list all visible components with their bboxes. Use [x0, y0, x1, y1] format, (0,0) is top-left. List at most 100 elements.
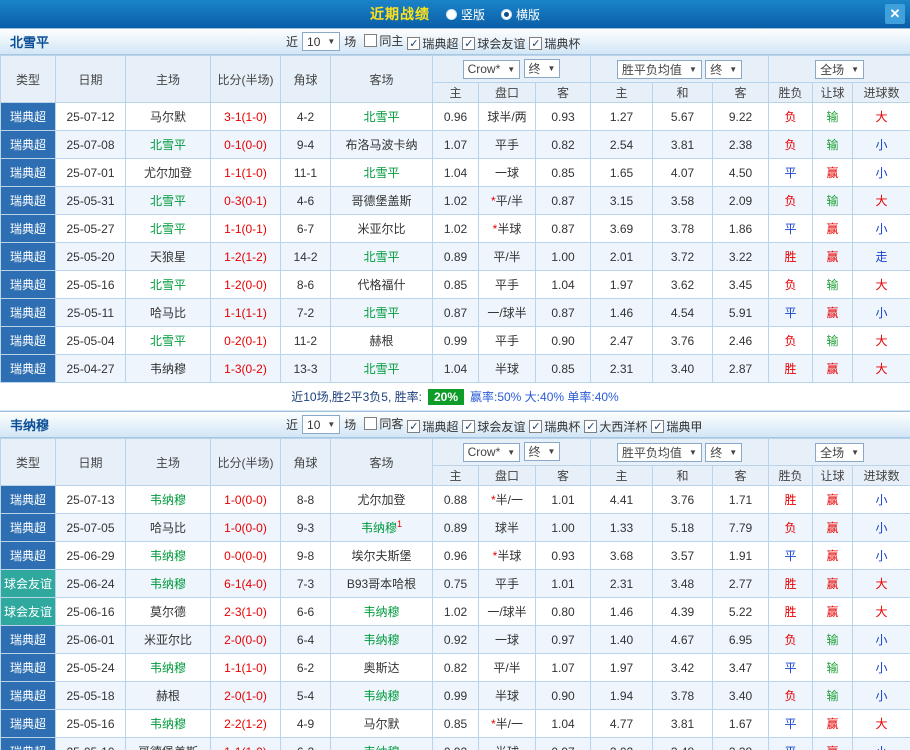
- result-goals: 大: [852, 709, 910, 738]
- checkbox-checked-icon[interactable]: ✓: [651, 419, 665, 433]
- ah-home-odds: 0.85: [432, 709, 479, 738]
- match-date: 25-07-08: [55, 130, 126, 159]
- away-team: 北雪平: [330, 242, 433, 271]
- filter-checkbox[interactable]: ✓ 瑞典杯: [529, 418, 580, 435]
- final-odds-select[interactable]: 终 ▼: [705, 59, 743, 79]
- result-wdl: 平: [768, 737, 814, 750]
- final-odds-select[interactable]: 终 ▼: [523, 442, 561, 462]
- filter-checkbox[interactable]: ✓ 大西洋杯: [584, 418, 647, 435]
- ah-away-odds: 0.85: [534, 354, 592, 383]
- result-goals: 小: [852, 625, 910, 654]
- games-label: 场: [344, 418, 357, 432]
- team-name: 韦纳穆: [10, 418, 50, 433]
- handicap-value: 平手: [478, 130, 536, 159]
- avg-home-odds: 2.54: [590, 130, 654, 159]
- result-goals: 大: [852, 186, 910, 215]
- final-odds-select[interactable]: 终 ▼: [705, 442, 743, 462]
- avg-draw-odds: 4.39: [652, 597, 714, 626]
- filter-checkbox[interactable]: ✓ 瑞典超: [407, 35, 458, 52]
- col-type: 类型: [0, 55, 56, 103]
- checkbox-unchecked-icon[interactable]: [364, 33, 378, 47]
- bookmaker-select[interactable]: Crow* ▼: [462, 59, 521, 79]
- filter-checkbox[interactable]: ✓ 瑞典甲: [651, 418, 702, 435]
- league-type: 瑞典超: [0, 158, 56, 187]
- result-goals: 走: [852, 242, 910, 271]
- result-group: 全场 ▼: [768, 438, 910, 466]
- corners: 6-2: [280, 653, 331, 682]
- checkbox-checked-icon[interactable]: ✓: [529, 36, 543, 50]
- avg-draw-odds: 3.72: [652, 242, 714, 271]
- table-header: 类型 日期 主场 比分(半场) 角球 客场 Crow* ▼ 终 ▼ 胜平负均值 ▼ 终…: [0, 55, 910, 103]
- match-row: 瑞典超 25-05-31 北雪平 0-3(0-1) 4-6 哥德堡盖斯 1.02 *平/半 0.…: [0, 186, 910, 215]
- radio-selected-icon[interactable]: [501, 8, 512, 20]
- col-score: 比分(半场): [210, 55, 281, 103]
- underdog-star-mark: *: [492, 222, 498, 236]
- result-wdl: 负: [768, 130, 814, 159]
- result-handicap: 赢: [812, 354, 854, 383]
- match-count-select[interactable]: 10 ▼: [302, 415, 341, 434]
- filter-checkbox[interactable]: 同客: [364, 415, 403, 432]
- score: 0-2(0-1): [210, 326, 281, 355]
- checkbox-checked-icon[interactable]: ✓: [529, 419, 543, 433]
- checkbox-checked-icon[interactable]: ✓: [407, 419, 421, 433]
- scope-select[interactable]: 全场 ▼: [815, 59, 865, 79]
- layout-radio-vertical[interactable]: 竖版: [445, 6, 485, 23]
- avg-home-odds: 1.40: [590, 625, 654, 654]
- match-date: 25-05-27: [55, 214, 126, 243]
- ah-odds-group: Crow* ▼ 终 ▼: [431, 55, 592, 83]
- col-avg-draw: 和: [652, 82, 714, 103]
- checkbox-label: 瑞典杯: [544, 419, 581, 434]
- avg-draw-odds: 3.81: [652, 709, 714, 738]
- filter-checkbox[interactable]: 同主: [364, 32, 403, 49]
- filter-checkbox[interactable]: ✓ 球会友谊: [462, 35, 525, 52]
- bookmaker-select[interactable]: Crow* ▼: [462, 442, 521, 462]
- radio-unselected-icon[interactable]: [445, 8, 457, 20]
- handicap-value: 半球: [478, 737, 536, 750]
- final-odds-select[interactable]: 终 ▼: [523, 59, 561, 79]
- filter-checkbox[interactable]: ✓ 球会友谊: [462, 418, 525, 435]
- score: 2-3(1-0): [210, 597, 281, 626]
- avg-draw-odds: 3.42: [652, 653, 714, 682]
- avg-odds-select[interactable]: 胜平负均值 ▼: [616, 442, 702, 462]
- avg-odds-select[interactable]: 胜平负均值 ▼: [616, 59, 702, 79]
- checkbox-label: 瑞典超: [422, 36, 459, 51]
- scope-select[interactable]: 全场 ▼: [815, 442, 865, 462]
- home-team: 韦纳穆: [125, 709, 211, 738]
- corners: 7-2: [280, 298, 331, 327]
- close-button[interactable]: ✕: [885, 4, 905, 24]
- result-wdl: 负: [768, 326, 814, 355]
- match-count-select[interactable]: 10 ▼: [302, 32, 341, 51]
- filter-checkbox[interactable]: ✓ 瑞典超: [407, 418, 458, 435]
- corners: 6-2: [280, 737, 331, 750]
- match-row: 球会友谊 25-06-16 莫尔德 2-3(1-0) 6-6 韦纳穆 1.02 一/球半 0.8…: [0, 597, 910, 626]
- match-date: 25-04-27: [55, 354, 126, 383]
- ah-away-odds: 0.80: [534, 597, 592, 626]
- home-team: 韦纳穆: [125, 485, 211, 514]
- layout-radio-horizontal[interactable]: 横版: [501, 6, 540, 23]
- checkbox-label: 瑞典超: [422, 419, 459, 434]
- away-team: 布洛马波卡纳: [330, 130, 433, 159]
- match-date: 25-07-13: [55, 485, 126, 514]
- checkbox-checked-icon[interactable]: ✓: [584, 419, 598, 433]
- chevron-down-icon: ▼: [688, 447, 697, 457]
- avg-away-odds: 5.22: [712, 597, 770, 626]
- chevron-down-icon: ▼: [729, 447, 738, 457]
- match-row: 瑞典超 25-05-18 赫根 2-0(1-0) 5-4 韦纳穆 0.99 半球 0.90 1.9…: [0, 681, 910, 710]
- checkbox-checked-icon[interactable]: ✓: [407, 36, 421, 50]
- checkbox-checked-icon[interactable]: ✓: [462, 419, 476, 433]
- filter-checkbox[interactable]: ✓ 瑞典杯: [529, 35, 580, 52]
- score: 1-0(0-0): [210, 485, 281, 514]
- handicap-value: *半/一: [478, 485, 536, 514]
- underdog-star-mark: *: [490, 194, 496, 208]
- avg-away-odds: 2.38: [712, 130, 770, 159]
- home-team: 韦纳穆: [125, 541, 211, 570]
- ah-away-odds: 0.85: [534, 158, 592, 187]
- away-team: 米亚尔比: [330, 214, 433, 243]
- avg-away-odds: 3.38: [712, 737, 770, 750]
- underdog-star-mark: *: [490, 493, 496, 507]
- checkbox-checked-icon[interactable]: ✓: [462, 36, 476, 50]
- checkbox-unchecked-icon[interactable]: [364, 416, 378, 430]
- league-type: 瑞典超: [0, 709, 56, 738]
- ah-away-odds: 0.90: [534, 681, 592, 710]
- col-ah-home: 主: [432, 82, 479, 103]
